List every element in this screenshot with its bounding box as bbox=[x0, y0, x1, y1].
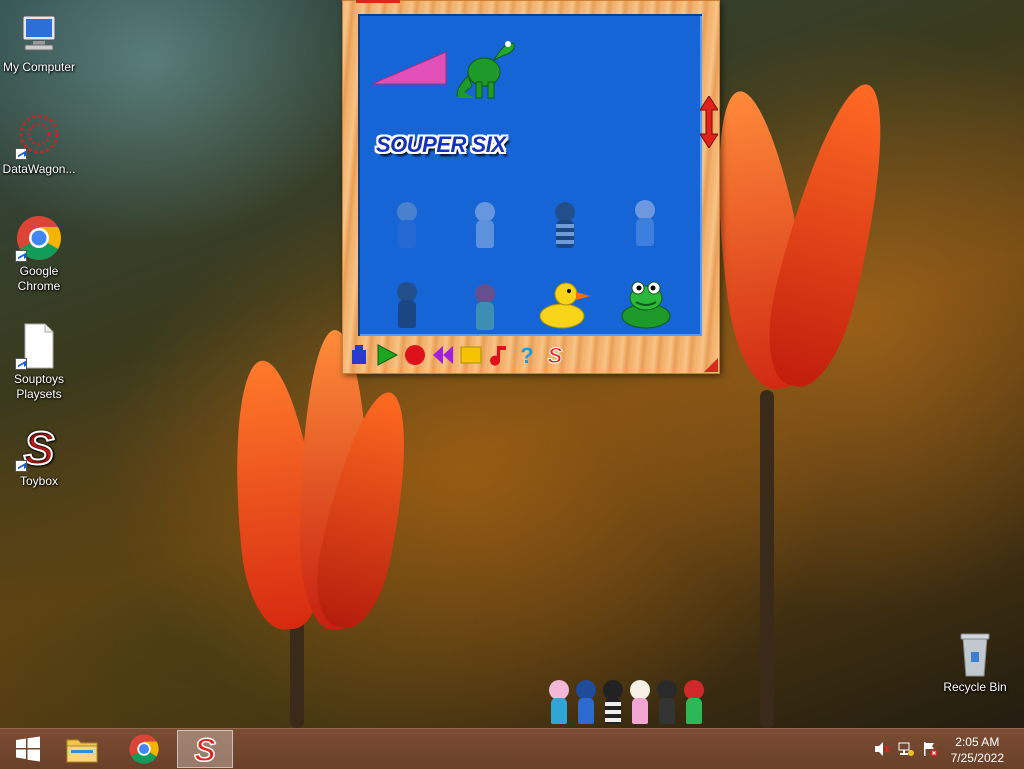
chrome-icon bbox=[15, 214, 63, 262]
rewind-icon[interactable] bbox=[432, 344, 454, 366]
desktop-icon-label: Toybox bbox=[19, 474, 59, 488]
shortcut-arrow-icon bbox=[15, 250, 27, 262]
souptoys-window[interactable]: SOUPER SIX ? S bbox=[342, 0, 720, 374]
clock-date: 7/25/2022 bbox=[950, 751, 1004, 765]
figure-toy[interactable] bbox=[392, 202, 422, 252]
pal-figure[interactable] bbox=[600, 678, 626, 728]
system-clock[interactable]: 2:05 AM 7/25/2022 bbox=[951, 734, 1004, 766]
desktop-icon-label: DataWagon... bbox=[2, 162, 76, 176]
pal-figure[interactable] bbox=[546, 678, 572, 728]
svg-text:S: S bbox=[548, 344, 563, 366]
desktop-icon-label: My Computer bbox=[2, 60, 76, 74]
souptoys-s-icon: S bbox=[194, 733, 218, 765]
chrome-taskbar-button[interactable] bbox=[116, 730, 172, 768]
svg-text:S: S bbox=[194, 733, 216, 765]
file-icon bbox=[15, 322, 63, 370]
rubber-duck-toy[interactable] bbox=[538, 278, 594, 335]
souptoys-s-icon: S bbox=[15, 421, 63, 475]
stop-icon[interactable] bbox=[460, 344, 482, 366]
start-button[interactable] bbox=[0, 730, 56, 768]
pal-figure[interactable] bbox=[681, 678, 707, 728]
network-icon[interactable] bbox=[898, 741, 914, 757]
figure-toy[interactable] bbox=[550, 202, 580, 252]
scene-title: SOUPER SIX bbox=[376, 132, 506, 157]
pal-figure[interactable] bbox=[627, 678, 653, 728]
window-title-fragment bbox=[356, 0, 400, 10]
desktop-pals-group[interactable] bbox=[546, 678, 707, 728]
figure-toy[interactable] bbox=[630, 200, 660, 250]
action-center-flag-icon[interactable] bbox=[922, 741, 938, 757]
desktop-icon-my-computer[interactable]: My Computer bbox=[0, 10, 81, 75]
green-frog-toy[interactable] bbox=[618, 276, 674, 335]
help-icon[interactable]: ? bbox=[516, 344, 538, 366]
shortcut-arrow-icon bbox=[15, 460, 27, 472]
desktop-icon-label: Recycle Bin bbox=[943, 680, 1007, 694]
figure-toy[interactable] bbox=[470, 284, 500, 334]
resize-grip-icon[interactable] bbox=[704, 358, 718, 372]
play-stage[interactable]: SOUPER SIX bbox=[358, 14, 702, 336]
desktop-icon-google-chrome[interactable]: Google Chrome bbox=[0, 214, 81, 294]
shortcut-arrow-icon bbox=[15, 358, 27, 370]
svg-text:?: ? bbox=[520, 344, 533, 366]
pal-figure[interactable] bbox=[573, 678, 599, 728]
green-dinosaur-toy[interactable] bbox=[454, 30, 520, 105]
souptoys-logo-icon[interactable]: S bbox=[544, 344, 566, 366]
music-icon[interactable] bbox=[488, 344, 510, 366]
volume-muted-icon[interactable] bbox=[874, 741, 890, 757]
computer-icon bbox=[15, 10, 63, 58]
pink-wedge-toy[interactable] bbox=[370, 48, 450, 93]
windows-logo-icon bbox=[16, 736, 40, 762]
folder-icon bbox=[66, 739, 98, 763]
desktop-icon-label: Souptoys Playsets bbox=[13, 372, 65, 401]
desktop-icon-recycle-bin[interactable]: Recycle Bin bbox=[933, 630, 1017, 695]
figure-toy[interactable] bbox=[392, 282, 422, 332]
record-icon[interactable] bbox=[404, 344, 426, 366]
souptoys-taskbar-button[interactable]: S bbox=[177, 730, 233, 768]
shortcut-arrow-icon bbox=[15, 148, 27, 160]
desktop-icon-label: Google Chrome bbox=[17, 264, 61, 293]
play-icon[interactable] bbox=[376, 344, 398, 366]
build-icon[interactable] bbox=[348, 344, 370, 366]
desktop-icon-souptoys-playsets[interactable]: Souptoys Playsets bbox=[0, 322, 81, 402]
figure-toy[interactable] bbox=[470, 202, 500, 252]
pal-figure[interactable] bbox=[654, 678, 680, 728]
chrome-icon bbox=[129, 734, 159, 764]
datawagon-icon bbox=[15, 112, 63, 160]
app-toolbar: ? S bbox=[348, 342, 566, 368]
desktop-icon-datawagon[interactable]: DataWagon... bbox=[0, 112, 81, 177]
taskbar: S 2:05 AM 7/25/2022 bbox=[0, 728, 1024, 769]
clock-time: 2:05 AM bbox=[955, 735, 1000, 749]
vertical-scroll-arrows[interactable] bbox=[699, 95, 719, 149]
desktop-icon-toybox[interactable]: S Toybox bbox=[0, 421, 81, 489]
svg-text:S: S bbox=[24, 424, 55, 472]
file-explorer-taskbar-button[interactable] bbox=[54, 730, 110, 768]
recycle-bin-icon bbox=[951, 630, 999, 678]
